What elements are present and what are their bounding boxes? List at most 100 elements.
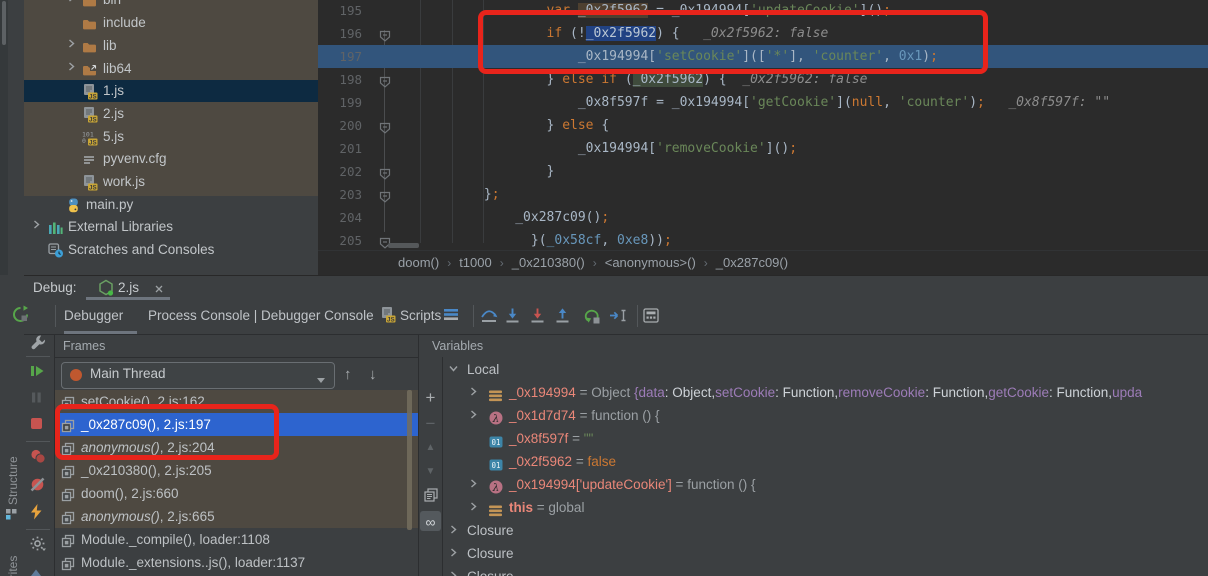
line-number[interactable]: 201 [318,137,362,160]
variable-row[interactable]: Closure [442,565,1208,576]
line-number[interactable]: 204 [318,206,362,229]
toolwindow-button-favorites[interactable]: Favorites [6,556,20,576]
tree-item-main-py[interactable]: main.py [24,194,318,216]
tab-process-console[interactable]: Process Console | Debugger Console [148,308,374,323]
chevron-right-icon[interactable] [67,61,76,71]
frame-down-button[interactable]: ↓ [369,366,377,383]
tree-item-lib[interactable]: lib [24,35,318,57]
variable-row[interactable]: λ _0x194994['updateCookie'] = function ()… [442,473,1208,496]
breadcrumb-item[interactable]: _0x210380() [512,255,585,270]
thread-selector[interactable]: Main Thread [61,362,335,389]
editor-line-205[interactable]: 205 }(_0x58cf, 0xe8)); [318,229,1208,250]
move-down-button[interactable]: ▼ [422,462,439,477]
breadcrumb-item[interactable]: _0x287c09() [716,255,788,270]
move-up-button[interactable]: ▲ [422,438,439,453]
line-number[interactable]: 203 [318,183,362,206]
pause-button[interactable] [30,391,43,407]
force-step-into-button[interactable] [530,308,545,326]
tree-item-5-js[interactable]: 101 0 JS 5.js [24,126,318,148]
toolwindow-button-structure[interactable]: Structure [6,456,20,505]
chevron-right-icon[interactable] [469,387,478,396]
frame-row[interactable]: Module._extensions..js(), loader:1137 [55,551,419,574]
resume-button[interactable] [30,364,45,381]
code-text[interactable]: _0x287c09(); [390,206,609,229]
tree-item-include[interactable]: include [24,12,318,34]
chevron-right-icon[interactable] [449,548,458,557]
add-watch-button[interactable]: + [422,388,439,408]
chevron-right-icon[interactable] [32,220,41,229]
variable-row[interactable]: 01 _0x2f5962 = false [442,450,1208,473]
debug-session-tab[interactable]: 2.js [86,278,176,298]
frame-row[interactable]: doom(), 2.js:660 [55,482,419,505]
chevron-right-icon[interactable] [67,0,76,2]
show-watches-button[interactable]: ∞ [422,514,439,530]
line-number[interactable]: 195 [318,0,362,22]
line-number[interactable]: 196 [318,22,362,45]
threads-menu-button[interactable] [443,308,459,324]
wrench-button[interactable] [30,334,46,353]
frame-row[interactable]: anonymous(), 2.js:665 [55,505,419,528]
mute-breakpoints-button[interactable] [30,477,45,495]
editor-hscrollbar[interactable] [388,243,419,248]
line-number[interactable]: 198 [318,68,362,91]
code-text[interactable]: } [390,160,555,183]
variable-row[interactable]: Local [442,358,1208,381]
tree-item-pyvenv-cfg[interactable]: pyvenv.cfg [24,148,318,170]
step-over-button[interactable] [480,308,498,326]
code-text[interactable]: _0x8f597f = _0x194994['getCookie'](null,… [390,91,1110,114]
step-into-button[interactable] [505,308,520,326]
rail-scroll-thumb[interactable] [2,1,6,45]
line-number[interactable]: 199 [318,91,362,114]
rerun-button[interactable] [11,305,30,327]
chevron-right-icon[interactable] [469,502,478,511]
variable-row[interactable]: this = global [442,496,1208,519]
tree-item-2-js[interactable]: JS 2.js [24,103,318,125]
editor-line-200[interactable]: 200 } else { [318,114,1208,137]
code-text[interactable]: }(_0x58cf, 0xe8)); [390,229,672,250]
settings-gear-button[interactable] [30,536,47,555]
variable-row[interactable]: _0x194994 = Object {data: Object,setCook… [442,381,1208,404]
tree-item-external-libraries[interactable]: External Libraries [24,216,318,238]
frame-row[interactable]: Module._compile(), loader:1108 [55,528,419,551]
stop-button[interactable] [30,417,43,433]
chevron-right-icon[interactable] [469,410,478,419]
expand-button[interactable] [30,565,42,576]
code-text[interactable]: }; [390,183,500,206]
code-text[interactable]: } else { [390,114,610,137]
chevron-down-icon[interactable] [449,364,458,373]
tree-item-work-js[interactable]: JS work.js [24,171,318,193]
editor-line-199[interactable]: 199 _0x8f597f = _0x194994['getCookie'](n… [318,91,1208,114]
variable-row[interactable]: Closure [442,542,1208,565]
run-to-cursor-button[interactable] [609,308,627,326]
tree-item-lib64[interactable]: lib64 [24,58,318,80]
chevron-right-icon[interactable] [449,525,458,534]
step-out-button[interactable] [555,308,570,326]
variable-row[interactable]: λ _0x1d7d74 = function () { [442,404,1208,427]
chevron-right-icon[interactable] [469,479,478,488]
editor-line-203[interactable]: 203 }; [318,183,1208,206]
variable-row[interactable]: 01 _0x8f597f = "" [442,427,1208,450]
evaluate-expression-button[interactable] [643,308,659,326]
tab-scripts[interactable]: Scripts [400,308,441,323]
editor-line-202[interactable]: 202 } [318,160,1208,183]
view-breakpoints-button[interactable] [30,449,46,467]
code-editor[interactable]: 195 var _0x2f5962 = _0x194994['updateCoo… [318,0,1208,250]
line-number[interactable]: 205 [318,229,362,250]
line-number[interactable]: 202 [318,160,362,183]
breadcrumb-item[interactable]: <anonymous>() [605,255,696,270]
editor-line-201[interactable]: 201 _0x194994['removeCookie'](); [318,137,1208,160]
variable-row[interactable]: Closure [442,519,1208,542]
close-icon[interactable] [154,282,164,297]
frame-up-button[interactable]: ↑ [344,366,352,383]
breadcrumb-item[interactable]: doom() [398,255,439,270]
tree-item-scratches-and-consoles[interactable]: Scratches and Consoles [24,239,318,261]
chevron-right-icon[interactable] [67,39,76,48]
frames-scrollbar[interactable] [407,390,412,530]
breadcrumb-item[interactable]: t1000 [459,255,492,270]
frame-row[interactable]: _0x210380(), 2.js:205 [55,459,419,482]
chevron-right-icon[interactable] [449,571,458,576]
remove-watch-button[interactable]: − [422,414,439,434]
copy-button[interactable] [422,488,439,505]
tree-item-bin[interactable]: bin [24,0,318,11]
code-text[interactable]: _0x194994['removeCookie'](); [390,137,797,160]
